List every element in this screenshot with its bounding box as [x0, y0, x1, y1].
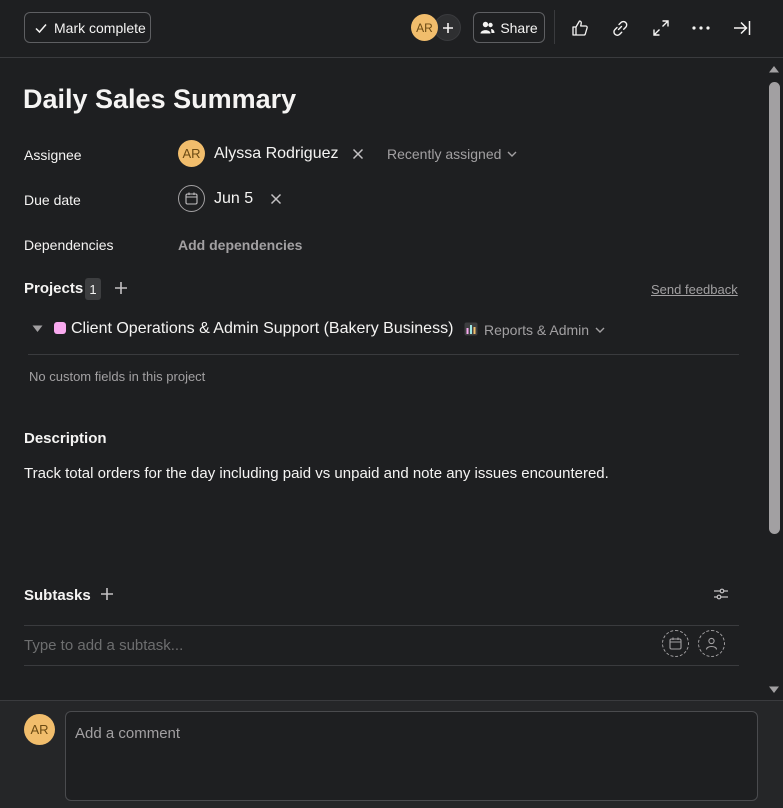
chevron-down-icon: [595, 327, 605, 333]
like-button[interactable]: [566, 14, 594, 42]
due-date-label: Due date: [24, 192, 81, 208]
subtask-row-bottom-border: [24, 665, 739, 666]
assignee-name[interactable]: Alyssa Rodriguez: [214, 145, 339, 163]
description-text[interactable]: Track total orders for the day including…: [24, 465, 609, 482]
expand-icon: [653, 20, 669, 36]
project-name[interactable]: Client Operations & Admin Support (Baker…: [71, 320, 453, 338]
dependencies-label: Dependencies: [24, 237, 114, 253]
scrollbar-thumb[interactable]: [769, 82, 780, 534]
mark-complete-button[interactable]: Mark complete: [24, 12, 151, 43]
people-icon: [480, 21, 495, 34]
header-divider: [554, 10, 555, 44]
plus-icon: [442, 22, 453, 33]
close-icon: [270, 193, 282, 205]
thumbs-up-icon: [572, 20, 588, 36]
check-icon: [35, 23, 47, 33]
scroll-down-arrow-icon[interactable]: [768, 685, 780, 695]
recently-assigned-label: Recently assigned: [387, 146, 502, 162]
bar-chart-icon: [464, 322, 478, 336]
close-pane-icon: [734, 21, 751, 35]
recently-assigned-dropdown[interactable]: Recently assigned: [387, 146, 517, 162]
close-icon: [352, 148, 364, 160]
subtask-input[interactable]: [24, 633, 624, 657]
collaborator-avatar[interactable]: AR: [411, 14, 438, 41]
scroll-up-arrow-icon[interactable]: [768, 64, 780, 74]
no-custom-fields-text: No custom fields in this project: [29, 369, 206, 384]
share-label: Share: [500, 19, 538, 36]
person-icon: [705, 637, 718, 650]
remove-assignee-button[interactable]: [351, 147, 365, 161]
comment-author-avatar: AR: [24, 714, 55, 745]
projects-heading: Projects: [24, 280, 84, 297]
copy-link-button[interactable]: [606, 14, 634, 42]
calendar-icon: [669, 637, 682, 650]
collapse-triangle-icon[interactable]: [32, 325, 43, 333]
comment-input[interactable]: [65, 711, 758, 801]
projects-count-badge: 1: [85, 278, 101, 300]
subtasks-heading: Subtasks: [24, 587, 91, 604]
expand-button[interactable]: [647, 14, 675, 42]
subtask-assignee-button[interactable]: [698, 630, 725, 657]
subtask-due-date-button[interactable]: [662, 630, 689, 657]
task-title[interactable]: Daily Sales Summary: [23, 84, 296, 115]
close-details-button[interactable]: [728, 14, 756, 42]
project-divider: [28, 354, 739, 355]
project-section-label: Reports & Admin: [484, 322, 590, 338]
project-section-dropdown[interactable]: Reports & Admin: [484, 322, 605, 338]
mark-complete-label: Mark complete: [54, 19, 146, 36]
subtask-row-top-border: [24, 625, 739, 626]
add-dependencies-button[interactable]: Add dependencies: [178, 237, 302, 253]
chevron-down-icon: [507, 151, 517, 157]
share-button[interactable]: Share: [473, 12, 545, 43]
link-icon: [613, 20, 628, 36]
subtask-sort-icon[interactable]: [713, 587, 729, 601]
clear-due-date-button[interactable]: [269, 192, 283, 206]
add-project-plus-icon[interactable]: [114, 281, 128, 295]
add-collaborator-button[interactable]: [434, 14, 461, 41]
more-icon: [692, 26, 710, 30]
more-actions-button[interactable]: [687, 14, 715, 42]
add-subtask-plus-icon[interactable]: [100, 587, 114, 601]
project-color-swatch: [54, 322, 66, 334]
description-heading: Description: [24, 430, 107, 447]
assignee-label: Assignee: [24, 147, 82, 163]
calendar-icon: [185, 192, 198, 205]
task-header: Mark complete AR Share: [0, 0, 783, 58]
due-date-picker[interactable]: [178, 185, 205, 212]
assignee-avatar[interactable]: AR: [178, 140, 205, 167]
due-date-value[interactable]: Jun 5: [214, 190, 253, 208]
send-feedback-link[interactable]: Send feedback: [651, 282, 738, 297]
